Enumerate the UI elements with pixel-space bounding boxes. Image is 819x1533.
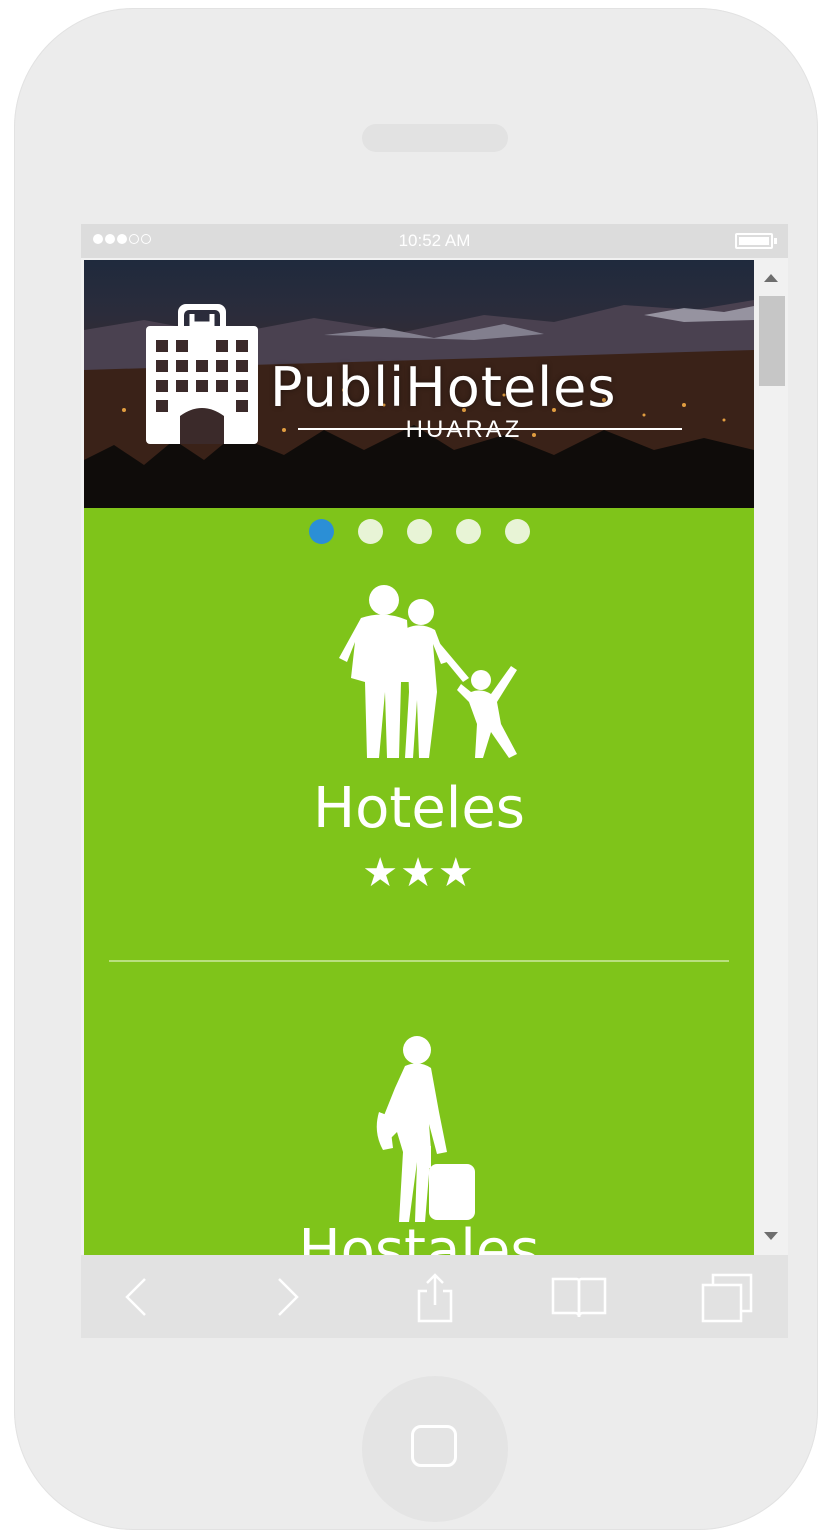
- scrollbar-thumb[interactable]: [759, 296, 785, 386]
- phone-speaker: [362, 124, 508, 152]
- family-silhouette-icon[interactable]: [329, 582, 529, 772]
- forward-button[interactable]: [259, 1273, 315, 1323]
- scroll-up-arrow-icon[interactable]: [764, 274, 778, 282]
- phone-frame: 10:52 AM PubliHoteles HUARAZ Hoteles ★★★…: [14, 8, 818, 1530]
- home-button[interactable]: [362, 1376, 508, 1522]
- carousel-dot-4[interactable]: [455, 519, 481, 544]
- share-icon: [417, 1273, 453, 1323]
- chevron-left-icon: [125, 1278, 146, 1316]
- status-bar: 10:52 AM: [81, 224, 788, 258]
- tabs-icon: [701, 1273, 753, 1323]
- brand-subtitle: HUARAZ: [405, 416, 523, 443]
- section-title-hostales[interactable]: Hostales: [84, 1218, 754, 1255]
- phone-screen: 10:52 AM PubliHoteles HUARAZ Hoteles ★★★…: [81, 224, 788, 1338]
- back-button[interactable]: [111, 1273, 167, 1323]
- traveler-silhouette-icon[interactable]: [369, 1032, 489, 1232]
- book-icon: [551, 1277, 607, 1318]
- section-title-hoteles[interactable]: Hoteles: [84, 776, 754, 841]
- battery-icon: [735, 233, 777, 249]
- tabs-button[interactable]: [699, 1273, 755, 1323]
- bookmarks-button[interactable]: [551, 1273, 607, 1323]
- vertical-scrollbar[interactable]: [754, 260, 788, 1255]
- carousel-pagination: [84, 519, 754, 544]
- rating-stars: ★★★: [362, 851, 476, 895]
- chevron-right-icon: [278, 1278, 299, 1316]
- carousel-dot-2[interactable]: [357, 519, 383, 544]
- web-content[interactable]: PubliHoteles HUARAZ Hoteles ★★★ Hostales: [84, 260, 754, 1255]
- home-square-icon: [411, 1425, 457, 1467]
- scroll-down-arrow-icon[interactable]: [764, 1232, 778, 1240]
- hero-banner[interactable]: PubliHoteles HUARAZ: [84, 260, 754, 508]
- status-time: 10:52 AM: [398, 231, 471, 250]
- section-divider: [109, 960, 729, 962]
- carousel-dot-1[interactable]: [308, 519, 334, 544]
- brand-title: PubliHoteles: [270, 356, 617, 419]
- share-button[interactable]: [407, 1273, 463, 1323]
- browser-toolbar: [81, 1255, 788, 1338]
- carousel-dot-3[interactable]: [406, 519, 432, 544]
- carousel-dot-5[interactable]: [504, 519, 530, 544]
